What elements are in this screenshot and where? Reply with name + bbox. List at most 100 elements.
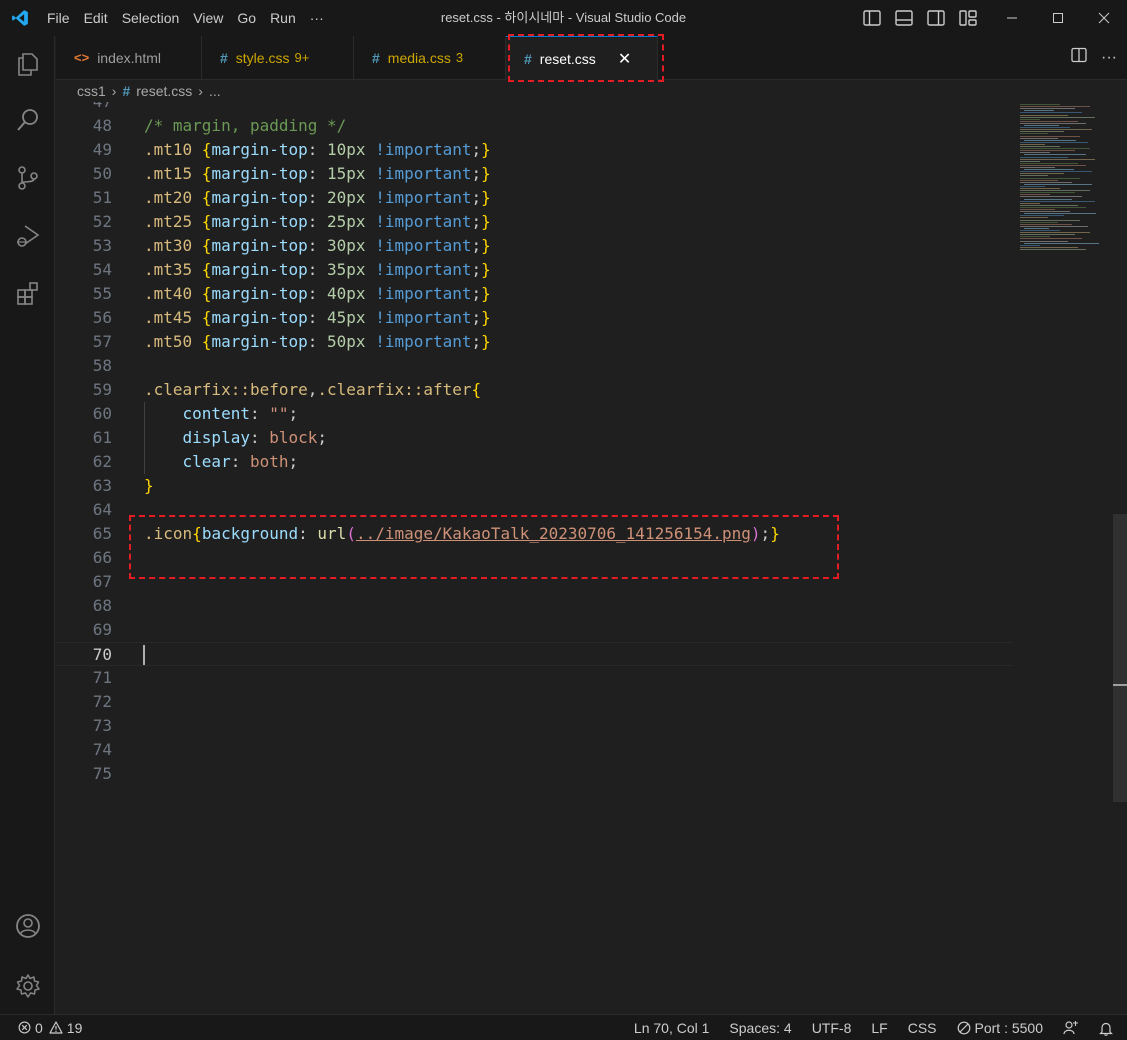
code-token: !important xyxy=(375,284,472,303)
menu-go[interactable]: Go xyxy=(230,0,263,36)
code-token: ; xyxy=(471,284,482,303)
minimap-line xyxy=(1020,141,1088,143)
code-token: ; xyxy=(471,260,482,279)
menu-file[interactable]: File xyxy=(40,0,77,36)
tab-media-css[interactable]: # media.css 3 xyxy=(354,36,506,79)
code-token: 35px xyxy=(327,260,366,279)
problems-indicator[interactable]: 0 19 xyxy=(0,1020,82,1036)
live-server-port[interactable]: Port : 5500 xyxy=(947,1020,1054,1036)
menu-more[interactable]: ··· xyxy=(303,0,331,36)
code-line[interactable]: 53 .mt30 {margin-top: 30px !important;} xyxy=(56,234,1013,258)
menu-run[interactable]: Run xyxy=(263,0,303,36)
toggle-secondary-sidebar-icon[interactable] xyxy=(925,7,947,29)
code-line[interactable]: 72 xyxy=(56,690,1013,714)
minimap-line xyxy=(1020,150,1075,152)
chevron-right-icon: › xyxy=(111,83,117,99)
code-line-current[interactable]: 70 xyxy=(56,642,1013,666)
code-line[interactable]: 55 .mt40 {margin-top: 40px !important;} xyxy=(56,282,1013,306)
code-line[interactable]: 63} xyxy=(56,474,1013,498)
code-line[interactable]: 69 xyxy=(56,618,1013,642)
indentation[interactable]: Spaces: 4 xyxy=(719,1020,801,1036)
settings-gear-icon[interactable] xyxy=(0,962,55,1010)
close-window-icon[interactable] xyxy=(1081,0,1127,36)
tab-index-html[interactable]: <> index.html xyxy=(56,36,202,79)
run-debug-icon[interactable] xyxy=(0,212,55,260)
code-line[interactable]: 50 .mt15 {margin-top: 15px !important;} xyxy=(56,162,1013,186)
language-mode[interactable]: CSS xyxy=(898,1020,947,1036)
text-cursor xyxy=(143,645,145,665)
vertical-scrollbar[interactable] xyxy=(1113,514,1127,802)
notifications-bell-icon[interactable] xyxy=(1089,1021,1127,1036)
code-token: } xyxy=(481,212,491,231)
code-token: margin-top xyxy=(211,308,308,327)
breadcrumb-file[interactable]: reset.css xyxy=(136,83,192,99)
minimap-line xyxy=(1020,232,1090,234)
code-line[interactable]: 58 xyxy=(56,354,1013,378)
menu-view[interactable]: View xyxy=(186,0,230,36)
minimap-line xyxy=(1020,196,1082,198)
end-of-line[interactable]: LF xyxy=(861,1020,897,1036)
scrollbar-cursor-marker xyxy=(1113,684,1127,686)
html-icon: <> xyxy=(74,50,90,65)
extensions-icon[interactable] xyxy=(0,270,55,318)
minimap-line xyxy=(1020,158,1095,160)
search-icon[interactable] xyxy=(0,96,55,144)
minimap-line xyxy=(1024,110,1054,112)
minimap-line xyxy=(1020,219,1080,221)
split-editor-icon[interactable] xyxy=(1071,47,1087,68)
minimap-line xyxy=(1020,127,1070,129)
code-line[interactable]: 57 .mt50 {margin-top: 50px !important;} xyxy=(56,330,1013,354)
code-line[interactable]: 68 xyxy=(56,594,1013,618)
code-line[interactable]: 75 xyxy=(56,762,1013,786)
highlight-box-active-tab xyxy=(508,34,664,82)
code-token: ; xyxy=(471,308,482,327)
code-line[interactable]: 73 xyxy=(56,714,1013,738)
code-line[interactable]: 51 .mt20 {margin-top: 20px !important;} xyxy=(56,186,1013,210)
code-line[interactable]: 54 .mt35 {margin-top: 35px !important;} xyxy=(56,258,1013,282)
code-token: !important xyxy=(375,140,472,159)
code-token: .mt20 xyxy=(144,188,202,207)
maximize-icon[interactable] xyxy=(1035,0,1081,36)
menu-selection[interactable]: Selection xyxy=(115,0,187,36)
accounts-status-icon[interactable] xyxy=(1053,1021,1089,1035)
tab-label: media.css xyxy=(387,49,451,66)
minimap[interactable] xyxy=(1018,102,1112,282)
source-control-icon[interactable] xyxy=(0,154,55,202)
code-token: margin-top xyxy=(211,236,308,255)
code-line[interactable]: 74 xyxy=(56,738,1013,762)
breadcrumb-more[interactable]: ... xyxy=(209,83,221,99)
code-line[interactable]: 47 xyxy=(56,102,1013,114)
explorer-icon[interactable] xyxy=(0,40,55,88)
code-token: 10px xyxy=(327,140,366,159)
more-actions-icon[interactable]: ··· xyxy=(1101,49,1117,67)
code-token: : xyxy=(307,332,328,351)
code-line[interactable]: 48 /* margin, padding */ xyxy=(56,114,1013,138)
code-line[interactable]: 60 content: ""; xyxy=(56,402,1013,426)
cursor-position[interactable]: Ln 70, Col 1 xyxy=(624,1020,720,1036)
code-line[interactable]: 62 clear: both; xyxy=(56,450,1013,474)
encoding[interactable]: UTF-8 xyxy=(802,1020,862,1036)
customize-layout-icon[interactable] xyxy=(957,7,979,29)
breadcrumb-folder[interactable]: css1 xyxy=(77,83,106,99)
menu-edit[interactable]: Edit xyxy=(77,0,115,36)
code-token: !important xyxy=(375,164,472,183)
toggle-primary-sidebar-icon[interactable] xyxy=(861,7,883,29)
minimize-icon[interactable] xyxy=(989,0,1035,36)
code-line[interactable]: 59 .clearfix::before,.clearfix::after{ xyxy=(56,378,1013,402)
code-token: { xyxy=(201,188,212,207)
line-number: 49 xyxy=(92,140,112,159)
code-token: margin-top xyxy=(211,284,308,303)
code-line[interactable]: 61 display: block; xyxy=(56,426,1013,450)
tab-style-css[interactable]: # style.css 9+ xyxy=(202,36,354,79)
highlight-box-icon-rule xyxy=(129,515,839,579)
error-icon xyxy=(18,1021,31,1034)
toggle-panel-icon[interactable] xyxy=(893,7,915,29)
accounts-icon[interactable] xyxy=(0,902,55,950)
code-line[interactable]: 56 .mt45 {margin-top: 45px !important;} xyxy=(56,306,1013,330)
code-line[interactable]: 49 .mt10 {margin-top: 10px !important;} xyxy=(56,138,1013,162)
code-line[interactable]: 71 xyxy=(56,666,1013,690)
code-token: 20px xyxy=(327,188,366,207)
code-line[interactable]: 52 .mt25 {margin-top: 25px !important;} xyxy=(56,210,1013,234)
